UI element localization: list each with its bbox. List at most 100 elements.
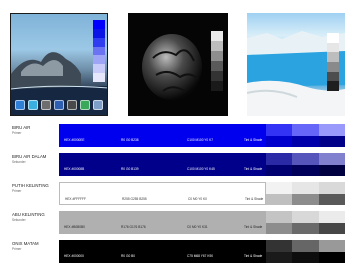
tints-label: Tint & Shade bbox=[244, 225, 263, 229]
cmyk-value: C0 M0 Y0 K31 bbox=[187, 225, 208, 229]
shade-cell bbox=[318, 222, 345, 234]
shade-cell bbox=[266, 164, 293, 176]
swatch-6 bbox=[93, 64, 105, 74]
color-name: BIRU AIR bbox=[12, 125, 31, 130]
tint-cell bbox=[318, 124, 345, 136]
swatch-2 bbox=[327, 42, 339, 53]
color-bar: HEX #FFFFFF R255 G255 B255 C0 M0 Y0 K0 T… bbox=[59, 182, 266, 205]
color-row: PUTIH KELINTING Primer HEX #FFFFFF R255 G… bbox=[12, 182, 345, 205]
tint-cell bbox=[266, 240, 293, 252]
shade-cell bbox=[266, 135, 293, 147]
shade-cell bbox=[318, 164, 345, 176]
color-bar: HEX #0000EE R0 G0 B238 C100 M100 Y0 K7 T… bbox=[59, 124, 266, 147]
color-bar: HEX #B0B0B0 R176 G176 B176 C0 M0 Y0 K31 … bbox=[59, 211, 266, 234]
tints-label: Tint & Shade bbox=[244, 254, 263, 258]
swatch-3 bbox=[211, 51, 223, 61]
palette-swatches bbox=[327, 33, 339, 92]
shade-cell bbox=[292, 135, 319, 147]
palette-swatches bbox=[93, 20, 105, 83]
dock-icon-6 bbox=[80, 100, 90, 110]
tint-cell bbox=[318, 153, 345, 165]
shade-cell bbox=[266, 251, 293, 263]
color-bar: HEX #000000 R0 G0 B0 C75 M68 Y67 K90 Tin… bbox=[59, 240, 266, 263]
color-role: Primer bbox=[12, 189, 22, 193]
color-role: Sekunder bbox=[12, 160, 26, 164]
shade-cell bbox=[266, 193, 293, 205]
shade-cell bbox=[292, 164, 319, 176]
tint-cell bbox=[266, 182, 293, 194]
dock-icon-1 bbox=[15, 100, 25, 110]
swatch-6 bbox=[211, 81, 223, 91]
cmyk-value: C0 M0 Y0 K0 bbox=[188, 197, 207, 201]
rgb-value: R0 G0 B0 bbox=[121, 254, 135, 258]
rgb-value: R0 G0 B139 bbox=[121, 167, 139, 171]
tint-cell bbox=[266, 153, 293, 165]
dark-sphere-photo bbox=[128, 13, 228, 116]
swatch-2 bbox=[93, 28, 105, 38]
cmyk-value: C100 M100 Y0 K7 bbox=[187, 138, 213, 142]
tints-label: Tint & Shade bbox=[245, 197, 264, 201]
swatch-3 bbox=[327, 52, 339, 63]
color-name: ONIX MATAM bbox=[12, 241, 39, 246]
tint-cell bbox=[318, 182, 345, 194]
tints-label: Tint & Shade bbox=[244, 167, 263, 171]
swatch-7 bbox=[93, 73, 105, 83]
swatch-4 bbox=[211, 61, 223, 71]
tints-label: Tint & Shade bbox=[244, 138, 263, 142]
color-name: BIRU AIR DALAM bbox=[12, 154, 47, 159]
shade-cell bbox=[292, 193, 319, 205]
dock-icon-5 bbox=[67, 100, 77, 110]
hex-value: HEX #000000 bbox=[64, 254, 84, 258]
shade-cell bbox=[318, 251, 345, 263]
hex-value: HEX #FFFFFF bbox=[65, 197, 86, 201]
tint-cell bbox=[318, 211, 345, 223]
shade-cell bbox=[318, 135, 345, 147]
cmyk-value: C100 M100 Y0 K45 bbox=[187, 167, 215, 171]
color-name: PUTIH KELINTING bbox=[12, 183, 49, 188]
tint-cell bbox=[292, 240, 319, 252]
tint-shade-grid bbox=[266, 211, 345, 234]
swatch-3 bbox=[93, 37, 105, 47]
swatch-5 bbox=[93, 55, 105, 65]
swatch-1 bbox=[211, 31, 223, 41]
swatch-1 bbox=[93, 20, 105, 29]
lake-quarry-photo bbox=[247, 13, 345, 116]
tint-cell bbox=[292, 153, 319, 165]
color-row: BIRU AIR Primer HEX #0000EE R0 G0 B238 C1… bbox=[12, 124, 345, 147]
rgb-value: R176 G176 B176 bbox=[121, 225, 146, 229]
color-row: ABU KELINTING Sekunder HEX #B0B0B0 R176 G… bbox=[12, 211, 345, 234]
swatch-5 bbox=[327, 71, 339, 82]
tint-shade-grid bbox=[266, 182, 345, 205]
tint-shade-grid bbox=[266, 153, 345, 176]
tint-cell bbox=[318, 240, 345, 252]
shade-cell bbox=[292, 222, 319, 234]
swatch-2 bbox=[211, 41, 223, 51]
color-role: Primer bbox=[12, 131, 22, 135]
hex-value: HEX #0000EE bbox=[64, 138, 85, 142]
tint-cell bbox=[266, 211, 293, 223]
hex-value: HEX #B0B0B0 bbox=[64, 225, 85, 229]
rgb-value: R255 G255 B255 bbox=[122, 197, 147, 201]
shade-cell bbox=[292, 251, 319, 263]
color-row: BIRU AIR DALAM Sekunder HEX #00008B R0 G0… bbox=[12, 153, 345, 176]
swatch-4 bbox=[93, 46, 105, 56]
beach-rocks-photo bbox=[10, 13, 108, 116]
tint-shade-grid bbox=[266, 124, 345, 147]
dock-icon-4 bbox=[54, 100, 64, 110]
swatch-6 bbox=[327, 81, 339, 92]
tint-cell bbox=[266, 124, 293, 136]
color-row: ONIX MATAM Primer HEX #000000 R0 G0 B0 C7… bbox=[12, 240, 345, 263]
tint-cell bbox=[292, 124, 319, 136]
hex-value: HEX #00008B bbox=[64, 167, 85, 171]
dock-icon-7 bbox=[93, 100, 103, 110]
rgb-value: R0 G0 B238 bbox=[121, 138, 139, 142]
color-bar: HEX #00008B R0 G0 B139 C100 M100 Y0 K45 … bbox=[59, 153, 266, 176]
shade-cell bbox=[318, 193, 345, 205]
color-role: Primer bbox=[12, 247, 22, 251]
cmyk-value: C75 M68 Y67 K90 bbox=[187, 254, 213, 258]
tint-cell bbox=[292, 182, 319, 194]
swatch-4 bbox=[327, 62, 339, 72]
dock-icon-2 bbox=[28, 100, 38, 110]
dock-icon-3 bbox=[41, 100, 51, 110]
palette-swatches bbox=[211, 31, 223, 91]
